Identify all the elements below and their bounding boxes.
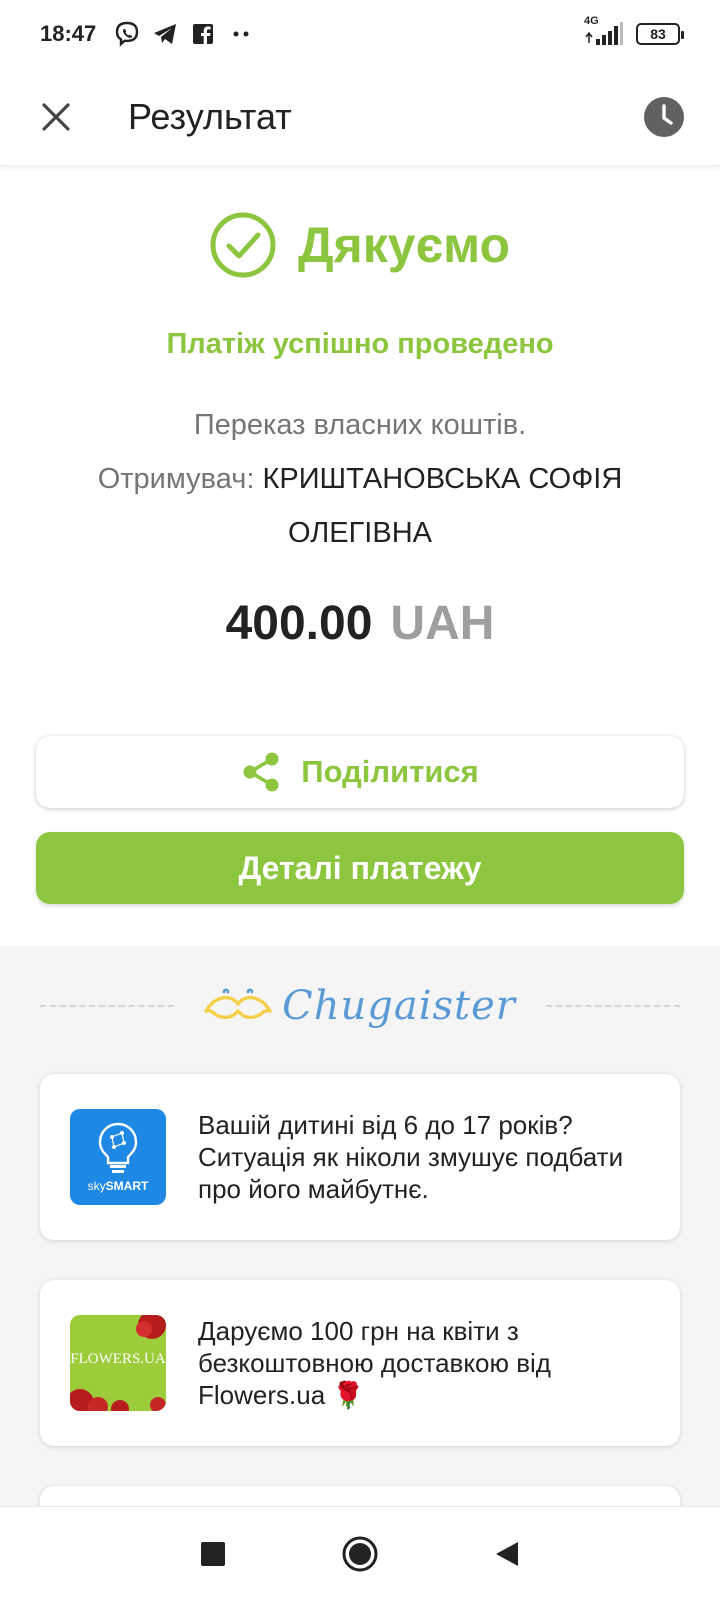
offer-card-flowers[interactable]: FLOWERS.UA Даруємо 100 грн на квіти з бе…	[40, 1280, 680, 1446]
back-button[interactable]	[477, 1524, 537, 1584]
recipient-label: Отримувач:	[97, 463, 255, 495]
battery-icon: 83	[636, 23, 684, 45]
divider-right	[545, 1005, 680, 1007]
payment-status: Платіж успішно проведено	[166, 328, 554, 360]
flowers-ua-logo-text: FLOWERS.UA	[70, 1351, 166, 1367]
status-time: 18:47	[40, 21, 97, 46]
circle-icon	[342, 1536, 378, 1571]
offer-card-skysmart[interactable]: skySMART Вашій дитині від 6 до 17 років?…	[40, 1074, 680, 1240]
home-button[interactable]	[330, 1524, 390, 1584]
telegram-icon	[148, 17, 182, 51]
skysmart-logo: skySMART	[70, 1109, 166, 1205]
thanks-heading: Дякуємо	[297, 217, 511, 273]
share-icon	[241, 751, 281, 793]
success-heading: Дякуємо	[0, 212, 720, 278]
amount-currency: UAH	[390, 597, 495, 650]
offer-text: Вашій дитині від 6 до 17 років? Ситуація…	[198, 1110, 624, 1204]
chugaister-logo: Chugaister	[204, 983, 516, 1029]
skysmart-logo-text-bold: SMART	[105, 1179, 149, 1193]
recents-button[interactable]	[183, 1524, 243, 1584]
offer-text: Даруємо 100 грн на квіти з безкоштовною …	[198, 1316, 551, 1410]
signal-icon: 4G	[584, 15, 624, 47]
facebook-icon	[186, 17, 220, 51]
recipient-info: Отримувач: КРИШТАНОВСЬКА СОФІЯ ОЛЕГІВНА	[60, 452, 660, 560]
check-circle-icon	[210, 212, 276, 278]
amount-value: 400.00	[225, 597, 373, 650]
flowers-ua-logo: FLOWERS.UA	[70, 1315, 166, 1411]
payment-amount: 400.00 UAH	[0, 596, 720, 651]
more-notifications-icon	[224, 17, 258, 51]
network-label: 4G	[584, 15, 599, 27]
square-icon	[201, 1541, 226, 1566]
skysmart-logo-text: sky	[87, 1179, 106, 1193]
brand-name: Chugaister	[282, 983, 516, 1029]
status-bar: 18:47 4G 83	[0, 0, 720, 68]
app-bar: Результат	[0, 68, 720, 166]
triangle-back-icon	[495, 1541, 518, 1566]
share-button[interactable]: Поділитися	[36, 736, 684, 808]
clock-icon	[644, 96, 684, 137]
close-icon	[42, 102, 70, 131]
brand-header: Chugaister	[40, 966, 680, 1046]
promo-section: Chugaister skySMART Вашій дитині від 6 д…	[0, 946, 720, 1546]
system-nav-bar	[0, 1506, 720, 1600]
history-button[interactable]	[636, 89, 692, 145]
share-label: Поділитися	[301, 754, 479, 789]
recipient-name: КРИШТАНОВСЬКА СОФІЯ ОЛЕГІВНА	[262, 463, 623, 549]
page-title: Результат	[128, 95, 292, 137]
mustache-icon	[204, 988, 272, 1020]
divider-left	[40, 1005, 175, 1007]
transfer-description: Переказ власних коштів.	[193, 409, 527, 441]
viber-icon	[110, 17, 144, 51]
payment-details-button[interactable]: Деталі платежу	[36, 832, 684, 904]
close-button[interactable]	[28, 89, 84, 145]
